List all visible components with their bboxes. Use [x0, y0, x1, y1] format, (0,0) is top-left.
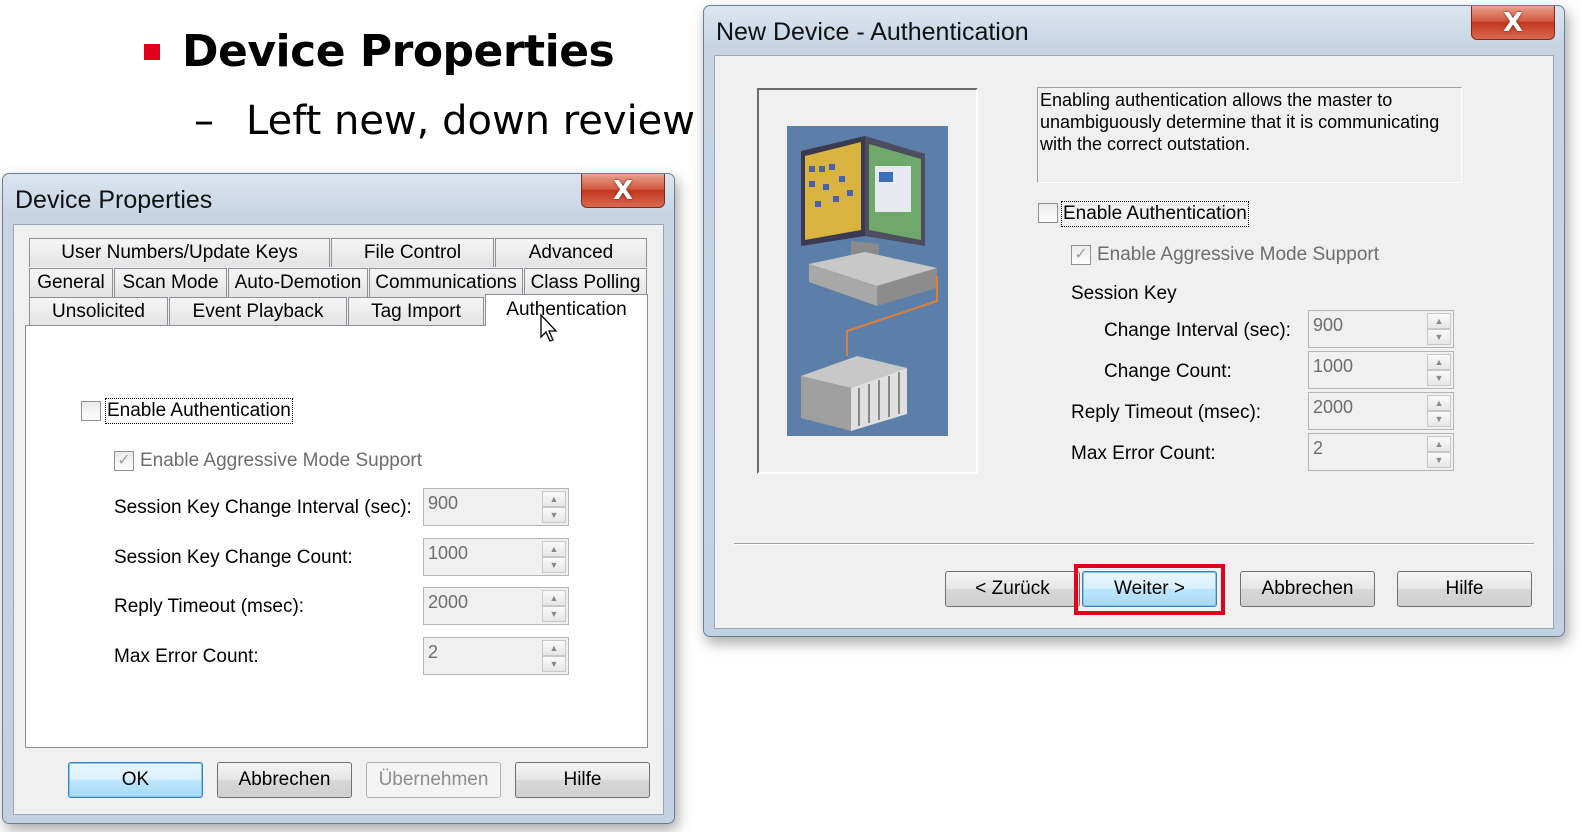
spin-up-icon[interactable]: ▲ [1427, 436, 1451, 452]
spin-up-icon[interactable]: ▲ [1427, 354, 1451, 370]
spinner-value: 900 [1313, 315, 1344, 335]
spin-up-icon[interactable]: ▲ [1427, 313, 1451, 329]
bullet-square-icon [144, 44, 160, 60]
window-title: Device Properties [15, 186, 213, 214]
wizard-separator [734, 543, 1534, 545]
max-error-count-spinner[interactable]: 2 ▲ ▼ [423, 637, 569, 675]
wizard-illustration-frame [757, 88, 978, 474]
spinner-value: 2000 [1313, 397, 1354, 417]
spin-up-icon[interactable]: ▲ [542, 491, 566, 507]
session-key-count-spinner[interactable]: 1000 ▲ ▼ [423, 538, 569, 576]
slide-title: Device Properties [182, 26, 615, 77]
tab-file-control[interactable]: File Control [331, 238, 494, 267]
tab-class-polling[interactable]: Class Polling [524, 268, 647, 297]
spinner-value: 2000 [428, 592, 469, 612]
description-text: Enabling authentication allows the maste… [1037, 87, 1462, 183]
field-label: Session Key Change Count: [114, 547, 353, 568]
authentication-tab-panel [25, 325, 648, 748]
reply-timeout-spinner[interactable]: 2000 ▲ ▼ [423, 587, 569, 625]
tab-unsolicited[interactable]: Unsolicited [29, 297, 168, 326]
back-button[interactable]: < Zurück [945, 571, 1080, 607]
field-label: Reply Timeout (msec): [114, 596, 305, 617]
window-title: New Device - Authentication [716, 18, 1029, 46]
spinner-value: 2 [1313, 438, 1324, 458]
slide-dash: – [194, 98, 214, 144]
close-button[interactable]: X [581, 174, 665, 208]
spinner-value: 2 [428, 642, 439, 662]
tab-authentication[interactable]: Authentication [485, 294, 648, 326]
spin-down-icon[interactable]: ▼ [542, 606, 566, 622]
enable-authentication-label[interactable]: Enable Authentication [105, 398, 293, 424]
tab-event-playback[interactable]: Event Playback [169, 297, 347, 326]
mouse-pointer-icon [540, 314, 558, 342]
field-label: Max Error Count: [114, 646, 259, 667]
help-button[interactable]: Hilfe [1397, 571, 1532, 607]
ok-button[interactable]: OK [68, 762, 203, 798]
session-key-interval-spinner[interactable]: 900 ▲ ▼ [423, 488, 569, 526]
help-button[interactable]: Hilfe [515, 762, 650, 798]
device-illustration-icon [787, 126, 948, 436]
tab-scan-mode[interactable]: Scan Mode [114, 268, 227, 297]
spin-down-icon[interactable]: ▼ [1427, 411, 1451, 427]
field-label: Session Key Change Interval (sec): [114, 497, 412, 518]
spin-up-icon[interactable]: ▲ [1427, 395, 1451, 411]
enable-authentication-label[interactable]: Enable Authentication [1061, 201, 1249, 227]
tab-communications[interactable]: Communications [369, 268, 523, 297]
spin-down-icon[interactable]: ▼ [542, 507, 566, 523]
field-label: Change Count: [1104, 361, 1232, 382]
spinner-value: 1000 [1313, 356, 1354, 376]
aggressive-mode-checkbox[interactable]: ✓ [114, 451, 134, 471]
spin-down-icon[interactable]: ▼ [542, 656, 566, 672]
spin-down-icon[interactable]: ▼ [542, 557, 566, 573]
close-button[interactable]: X [1471, 6, 1555, 40]
field-label: Reply Timeout (msec): [1071, 402, 1262, 423]
spinner-value: 900 [428, 493, 459, 513]
cancel-button[interactable]: Abbrechen [1240, 571, 1375, 607]
tab-general[interactable]: General [29, 268, 113, 297]
slide-subtitle: Left new, down review [246, 98, 696, 144]
spinner-value: 1000 [428, 543, 469, 563]
spin-down-icon[interactable]: ▼ [1427, 452, 1451, 468]
tab-auto-demotion[interactable]: Auto-Demotion [228, 268, 368, 297]
session-key-label: Session Key [1071, 283, 1177, 304]
change-count-spinner[interactable]: 1000 ▲ ▼ [1308, 351, 1454, 389]
enable-authentication-checkbox[interactable] [1038, 203, 1058, 223]
spin-up-icon[interactable]: ▲ [542, 590, 566, 606]
max-error-count-spinner[interactable]: 2 ▲ ▼ [1308, 433, 1454, 471]
spin-up-icon[interactable]: ▲ [542, 640, 566, 656]
cancel-button[interactable]: Abbrechen [217, 762, 352, 798]
spin-down-icon[interactable]: ▼ [1427, 370, 1451, 386]
reply-timeout-spinner[interactable]: 2000 ▲ ▼ [1308, 392, 1454, 430]
spin-down-icon[interactable]: ▼ [1427, 329, 1451, 345]
change-interval-spinner[interactable]: 900 ▲ ▼ [1308, 310, 1454, 348]
aggressive-mode-label: Enable Aggressive Mode Support [140, 450, 423, 471]
field-label: Change Interval (sec): [1104, 320, 1291, 341]
next-button-highlight [1074, 564, 1225, 615]
aggressive-mode-label: Enable Aggressive Mode Support [1097, 244, 1380, 265]
spin-up-icon[interactable]: ▲ [542, 541, 566, 557]
apply-button[interactable]: Übernehmen [366, 762, 501, 798]
tab-advanced[interactable]: Advanced [495, 238, 647, 267]
field-label: Max Error Count: [1071, 443, 1216, 464]
tab-user-numbers[interactable]: User Numbers/Update Keys [29, 238, 330, 267]
aggressive-mode-checkbox[interactable]: ✓ [1071, 245, 1091, 265]
tab-tag-import[interactable]: Tag Import [348, 297, 484, 326]
enable-authentication-checkbox[interactable] [81, 401, 101, 421]
